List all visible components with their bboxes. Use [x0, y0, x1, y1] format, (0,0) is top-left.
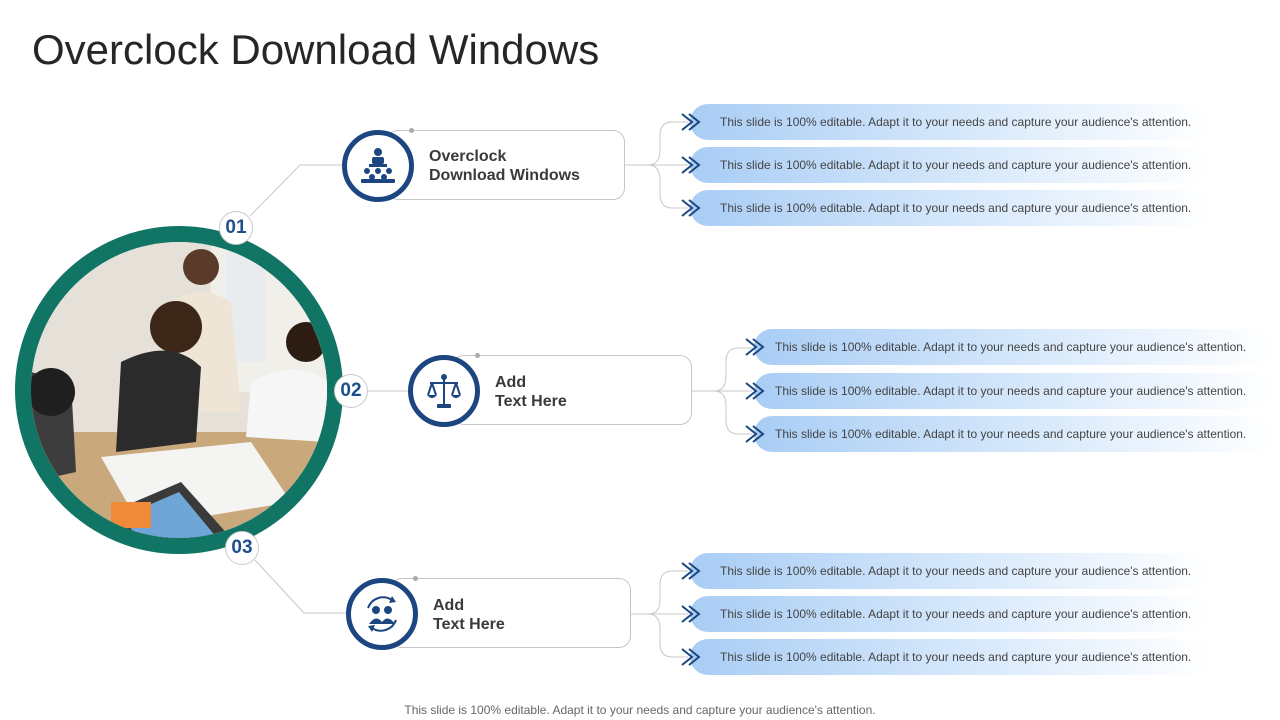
arrow-right-icon [681, 156, 701, 174]
point-2-1: This slide is 100% editable. Adapt it to… [745, 329, 1274, 365]
team-photo [31, 242, 327, 538]
arrow-right-icon [681, 199, 701, 217]
point-1-3: This slide is 100% editable. Adapt it to… [681, 190, 1210, 226]
arrow-right-icon [681, 605, 701, 623]
step-number-03: 03 [225, 531, 259, 565]
point-3-3: This slide is 100% editable. Adapt it to… [681, 639, 1210, 675]
arrow-right-icon [745, 382, 765, 400]
item-icon-3 [346, 578, 418, 650]
balance-scale-icon [427, 374, 461, 408]
arrow-right-icon [681, 648, 701, 666]
point-2-3: This slide is 100% editable. Adapt it to… [745, 416, 1274, 452]
leader-podium-icon [361, 148, 395, 183]
step-number-02: 02 [334, 374, 368, 408]
item-icon-1 [342, 130, 414, 202]
team-cycle-icon [367, 596, 397, 632]
arrow-right-icon [681, 113, 701, 131]
item-label-1: Overclock Download Windows [429, 148, 580, 184]
item-icon-2 [408, 355, 480, 427]
item-label-2: Add Text Here [495, 374, 567, 410]
point-3-1: This slide is 100% editable. Adapt it to… [681, 553, 1210, 589]
point-3-2: This slide is 100% editable. Adapt it to… [681, 596, 1210, 632]
step-number-01: 01 [219, 211, 253, 245]
arrow-right-icon [745, 338, 765, 356]
point-1-2: This slide is 100% editable. Adapt it to… [681, 147, 1210, 183]
arrow-right-icon [681, 562, 701, 580]
footer-note: This slide is 100% editable. Adapt it to… [404, 703, 876, 717]
arrow-right-icon [745, 425, 765, 443]
point-2-2: This slide is 100% editable. Adapt it to… [745, 373, 1274, 409]
point-1-1: This slide is 100% editable. Adapt it to… [681, 104, 1210, 140]
item-label-3: Add Text Here [433, 597, 505, 633]
